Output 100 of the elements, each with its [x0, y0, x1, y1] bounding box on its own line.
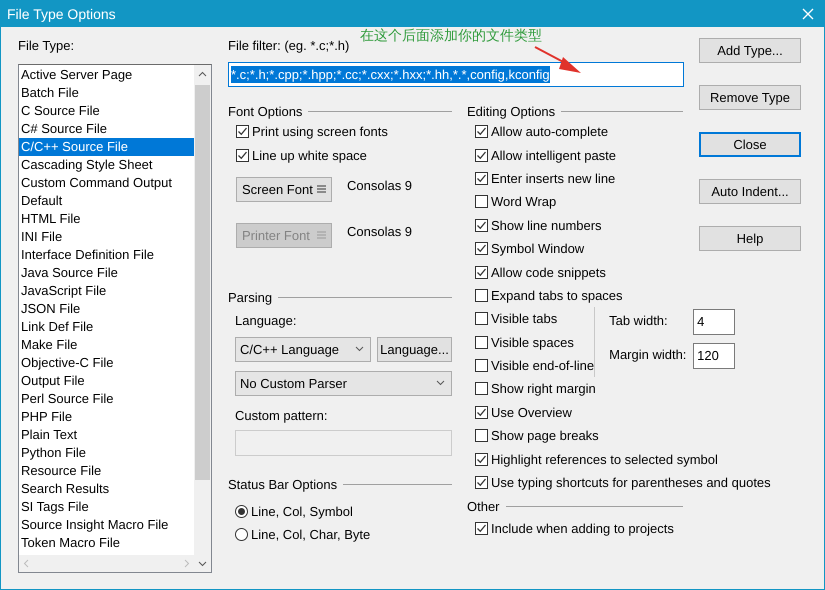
checkbox-label: Show right margin [491, 381, 596, 396]
field-label: Custom pattern: [235, 408, 328, 424]
annotation-text: 在这个后面添加你的文件类型 [360, 27, 542, 45]
list-item[interactable]: Interface Definition File [19, 246, 194, 264]
checkbox[interactable] [475, 312, 488, 326]
checkbox[interactable] [475, 288, 488, 302]
checkbox[interactable] [475, 336, 488, 349]
list-item[interactable]: Custom Command Output [19, 174, 194, 192]
list-item[interactable]: Perl Source File [19, 390, 194, 408]
checkbox-label: Symbol Window [491, 241, 584, 256]
checkbox[interactable] [475, 218, 488, 232]
checkbox-label: Expand tabs to spaces [491, 288, 623, 303]
field-label: Margin width: [609, 347, 688, 362]
checkbox[interactable] [475, 148, 488, 162]
list-item[interactable]: Link Def File [19, 318, 194, 336]
list-item[interactable]: C# Source File [19, 120, 194, 138]
list-item[interactable]: Resource File [19, 462, 194, 480]
checkbox[interactable] [475, 382, 488, 396]
checkbox[interactable] [475, 242, 488, 256]
checkbox-label: Use typing shortcuts for parentheses and quotes [491, 475, 771, 490]
list-item[interactable]: Make File [19, 336, 194, 354]
checkbox-label: Visible tabs [491, 311, 558, 326]
dialog-button[interactable]: Help [699, 226, 801, 251]
list-item[interactable]: INI File [19, 228, 194, 246]
list-item[interactable]: SI Tags File [19, 498, 194, 516]
checkbox[interactable] [236, 148, 249, 162]
list-item[interactable]: Batch File [19, 84, 194, 102]
field-label: File filter: (eg. *.c;*.h) [228, 38, 350, 54]
list-item[interactable]: C Source File [19, 102, 194, 120]
checkbox-label: Show line numbers [491, 218, 602, 233]
pattern-field[interactable] [235, 430, 452, 456]
list-item[interactable]: PHP File [19, 408, 194, 426]
section-heading: Parsing [228, 290, 272, 306]
menu-icon [317, 185, 326, 194]
chevron-up-icon[interactable] [198, 71, 207, 77]
list-item[interactable]: JSON File [19, 300, 194, 318]
checkbox[interactable] [475, 125, 488, 138]
section-heading: Editing Options [467, 104, 556, 118]
list-item[interactable]: Default [19, 192, 194, 210]
language-dropdown[interactable]: C/C++ Language [235, 336, 371, 362]
scrollbar[interactable] [194, 65, 211, 555]
list-item[interactable]: Active Server Page [19, 66, 194, 84]
list-item[interactable]: Objective-C File [19, 354, 194, 372]
section-heading: Status Bar Options [228, 477, 338, 492]
list-item[interactable]: Token Macro File [19, 534, 194, 552]
font-value: Consolas 9 [347, 178, 412, 193]
checkbox-label: Line up white space [252, 148, 367, 163]
dialog-button[interactable]: Auto Indent... [699, 179, 801, 204]
checkbox-label: Enter inserts new line [491, 170, 616, 186]
checkbox-label: Visible end-of-line [491, 358, 594, 374]
dialog-button[interactable]: Close [699, 132, 801, 157]
file-filter-field[interactable]: *.c;*.h;*.cpp;*.hpp;*.cc;*.cxx;*.hxx;*.hh,*.*,config,kconfig [228, 62, 684, 87]
checkbox[interactable] [475, 195, 488, 208]
section-heading: Font Options [228, 104, 302, 118]
checkbox-label: Show page breaks [491, 428, 599, 444]
checkbox[interactable] [475, 266, 488, 279]
checkbox-label: Allow intelligent paste [491, 148, 616, 163]
language-button[interactable]: Language... [377, 336, 452, 362]
field-label: File Type: [18, 38, 76, 54]
checkbox[interactable] [475, 452, 488, 466]
checkbox[interactable] [236, 125, 249, 138]
list-item[interactable]: Java Source File [19, 264, 194, 282]
checkbox[interactable] [475, 476, 488, 490]
number-field[interactable]: 4 [693, 309, 736, 336]
checkbox-label: Highlight references to selected symbol [491, 452, 718, 467]
chevron-down-icon [355, 346, 364, 352]
checkbox[interactable] [475, 406, 488, 419]
window-title: File Type Options [7, 6, 116, 22]
list-item[interactable]: Python File [19, 444, 194, 462]
list-item[interactable]: Output File [19, 372, 194, 390]
list-item[interactable]: Source Insight Macro File [19, 516, 194, 534]
list-item[interactable]: C/C++ Source File [19, 138, 194, 156]
radio-button[interactable] [235, 504, 248, 518]
checkbox[interactable] [475, 522, 488, 536]
checkbox[interactable] [475, 429, 488, 442]
checkbox-label: Allow code snippets [491, 264, 606, 280]
parser-dropdown[interactable]: No Custom Parser [235, 370, 452, 396]
list-item[interactable]: Cascading Style Sheet [19, 156, 194, 174]
section-heading: Other [467, 498, 500, 514]
dialog-button[interactable]: Remove Type [699, 85, 801, 110]
list-item[interactable]: HTML File [19, 210, 194, 228]
checkbox-label: Print using screen fonts [252, 124, 388, 140]
checkbox[interactable] [475, 172, 488, 185]
radio-button[interactable] [235, 528, 248, 542]
list-item[interactable]: Search Results [19, 480, 194, 498]
dialog-button[interactable]: Add Type... [699, 38, 801, 63]
checkbox-label: Allow auto-complete [491, 124, 608, 140]
checkbox[interactable] [475, 359, 488, 372]
field-label: Tab width: [609, 313, 669, 328]
menu-icon [317, 231, 326, 240]
number-field[interactable]: 120 [693, 343, 736, 370]
chevron-down-icon [436, 380, 445, 386]
checkbox-label: Visible spaces [491, 334, 574, 350]
field-label: Language: [235, 312, 298, 329]
chevron-down-icon [198, 560, 207, 566]
close-icon[interactable] [800, 6, 816, 22]
list-item[interactable]: JavaScript File [19, 282, 194, 300]
checkbox-label: Use Overview [491, 404, 572, 420]
list-item[interactable]: Plain Text [19, 426, 194, 444]
font-button[interactable]: Screen Font [236, 176, 332, 202]
